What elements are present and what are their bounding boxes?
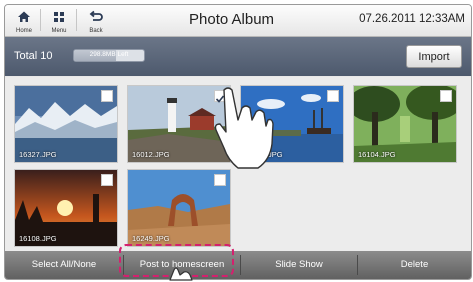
page-title: Photo Album: [189, 11, 275, 28]
top-bar: Home Menu Back Photo Album 07.26.2011 12…: [5, 5, 471, 37]
back-arrow-icon: [89, 10, 103, 21]
toolbar-divider: [76, 9, 77, 31]
photo-filename: 16012.JPG: [132, 150, 170, 159]
home-icon: [18, 11, 30, 22]
back-label: Back: [89, 28, 103, 34]
menu-label: Menu: [51, 28, 67, 34]
back-button[interactable]: Back: [83, 7, 109, 34]
delete-button[interactable]: Delete: [358, 251, 471, 279]
photo-filename: 16104.JPG: [358, 150, 396, 159]
datetime-display: 07.26.2011 12:33AM: [359, 13, 465, 25]
menu-button[interactable]: Menu: [46, 7, 72, 34]
toolbar-divider: [40, 9, 41, 31]
storage-text: 298.8MB Left: [89, 51, 129, 58]
select-all-button[interactable]: Select All/None: [5, 251, 123, 279]
tapping-hand-icon: [214, 87, 274, 169]
photo-checkbox[interactable]: [214, 174, 226, 186]
photo-checkbox[interactable]: [101, 174, 113, 186]
photo-filename: 16249.JPG: [132, 234, 170, 243]
photo-thumbnail[interactable]: 16108.JPG: [14, 169, 118, 247]
action-bar: Select All/None Post to homescreen Slide…: [5, 251, 471, 279]
menu-grid-icon: [54, 12, 64, 22]
photo-filename: 16327.JPG: [19, 150, 57, 159]
photo-thumbnail[interactable]: 16249.JPG: [127, 169, 231, 247]
photo-thumbnail[interactable]: 16327.JPG: [14, 85, 118, 163]
home-button[interactable]: Home: [11, 7, 37, 34]
photo-checkbox[interactable]: [440, 90, 452, 102]
photo-checkbox[interactable]: [327, 90, 339, 102]
home-label: Home: [15, 28, 32, 34]
storage-indicator: 298.8MB Left: [73, 49, 145, 62]
total-count: Total 10: [14, 50, 53, 62]
album-info-bar: Total 10 298.8MB Left Import: [5, 37, 471, 76]
import-button[interactable]: Import: [406, 45, 462, 68]
pointing-hand-icon: [169, 267, 193, 281]
photo-thumbnail[interactable]: 16104.JPG: [353, 85, 457, 163]
photo-filename: 16108.JPG: [19, 234, 57, 243]
slide-show-button[interactable]: Slide Show: [241, 251, 357, 279]
photo-checkbox[interactable]: [101, 90, 113, 102]
